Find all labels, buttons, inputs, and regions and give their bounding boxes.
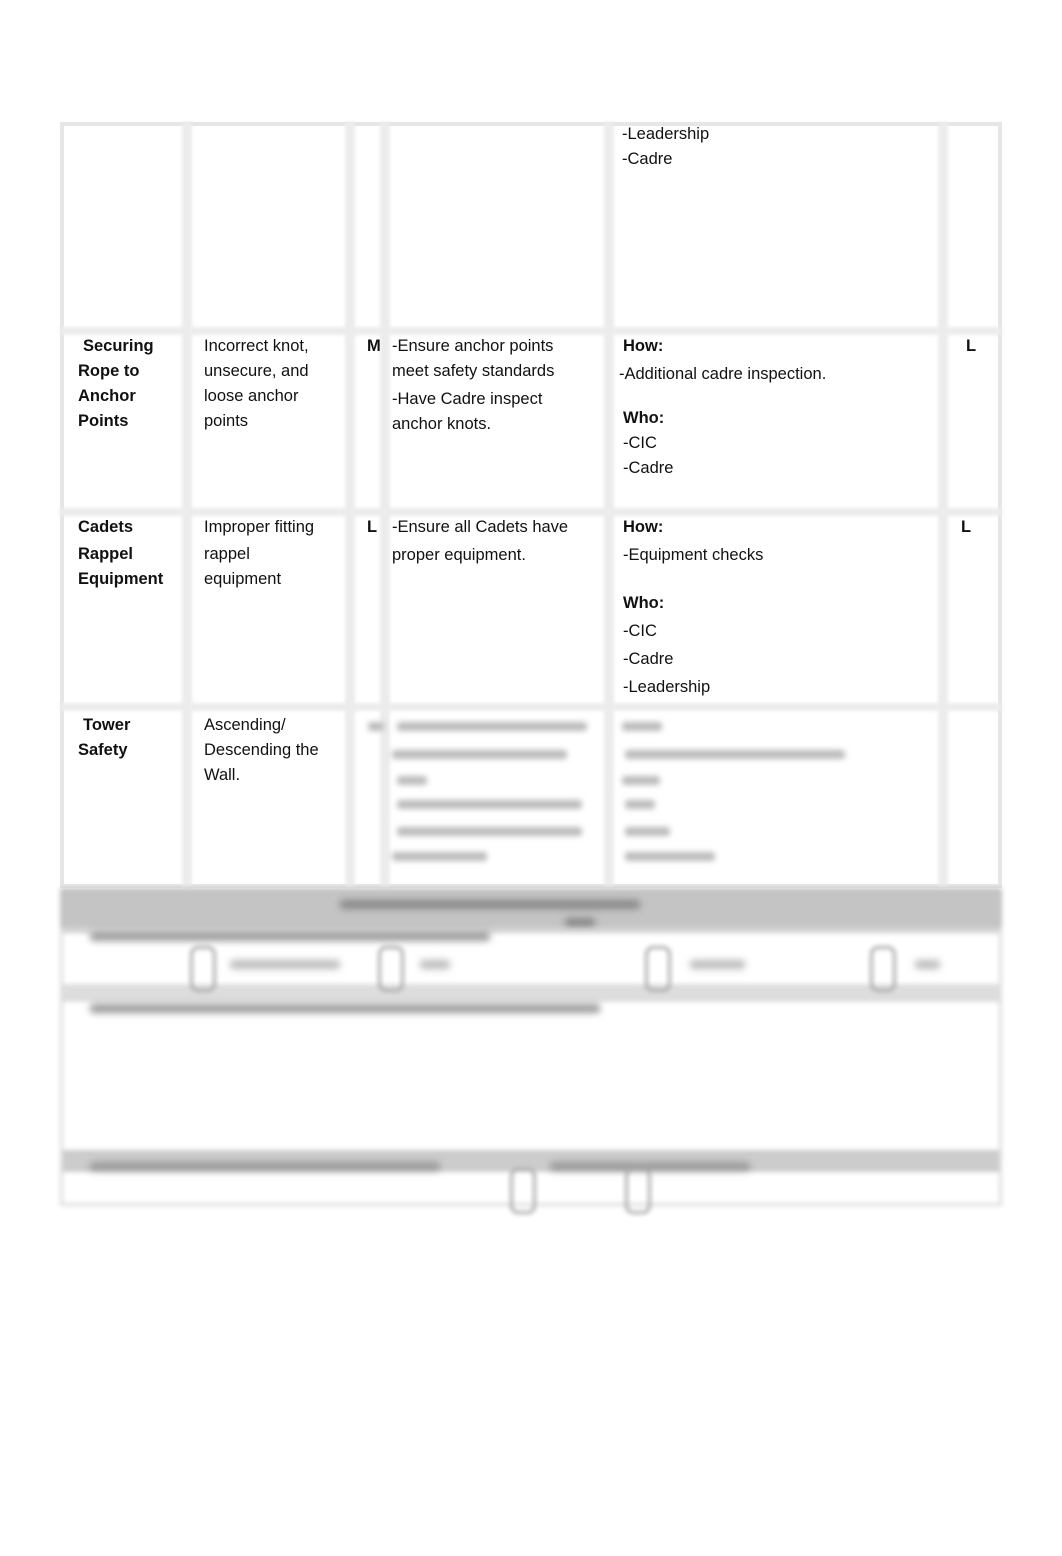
cause-line: rappel bbox=[204, 545, 250, 563]
how-label: How: bbox=[623, 518, 664, 536]
hazard-line: Cadets bbox=[78, 518, 134, 536]
implementation: How: -Additional cadre inspection. Who: … bbox=[619, 334, 826, 481]
row-divider bbox=[60, 703, 1002, 711]
control-line: -Ensure all Cadets have bbox=[392, 518, 569, 536]
who-item: -Cadre bbox=[623, 650, 674, 668]
hazard: Cadets Rappel Equipment bbox=[78, 515, 163, 592]
hazard-line: Safety bbox=[78, 741, 128, 759]
hazard-line: Securing bbox=[83, 337, 154, 355]
hazard-line: Rope to bbox=[78, 362, 140, 380]
hazard-line: Equipment bbox=[78, 570, 164, 588]
control-line: -Have Cadre inspect bbox=[392, 390, 543, 408]
who-item: -Cadre bbox=[622, 150, 673, 168]
column-divider bbox=[182, 122, 192, 888]
cause: Incorrect knot, unsecure, and loose anch… bbox=[204, 334, 309, 434]
who-label: Who: bbox=[623, 594, 665, 612]
who-list: -Leadership -Cadre bbox=[622, 122, 709, 172]
control-line: proper equipment. bbox=[392, 546, 526, 564]
column-divider bbox=[345, 122, 355, 888]
control-line: meet safety standards bbox=[392, 362, 555, 380]
column-divider bbox=[604, 122, 614, 888]
cause: Improper fitting rappel equipment bbox=[204, 515, 314, 592]
residual-risk: L bbox=[961, 518, 972, 536]
hazard-line: Points bbox=[78, 412, 129, 430]
cause-line: points bbox=[204, 412, 249, 430]
control-line: anchor knots. bbox=[392, 415, 492, 433]
cause-line: loose anchor bbox=[204, 387, 299, 405]
cause: Ascending/ Descending the Wall. bbox=[204, 713, 319, 788]
controls: -Ensure anchor points meet safety standa… bbox=[392, 334, 554, 437]
who-item: -CIC bbox=[623, 434, 657, 452]
hazard-line: Anchor bbox=[78, 387, 136, 405]
hazard: Securing Rope to Anchor Points bbox=[78, 334, 154, 434]
how-item: -Equipment checks bbox=[623, 546, 764, 564]
cause-line: equipment bbox=[204, 570, 282, 588]
who-item: -Leadership bbox=[622, 125, 710, 143]
control-line: -Ensure anchor points bbox=[392, 337, 554, 355]
hazard-line: Tower bbox=[83, 716, 131, 734]
residual-risk: L bbox=[966, 337, 977, 355]
cause-line: Ascending/ bbox=[204, 716, 286, 734]
risk-table bbox=[60, 122, 1002, 888]
who-item: -Cadre bbox=[623, 459, 674, 477]
cause-line: unsecure, and bbox=[204, 362, 309, 380]
hazard: Tower Safety bbox=[78, 713, 130, 763]
implementation: How: -Equipment checks Who: -CIC -Cadre … bbox=[623, 515, 763, 700]
cause-line: Wall. bbox=[204, 766, 241, 784]
who-item: -Leadership bbox=[623, 678, 711, 696]
how-item: -Additional cadre inspection. bbox=[619, 365, 827, 383]
hazard-line: Rappel bbox=[78, 545, 134, 563]
controls: -Ensure all Cadets have proper equipment… bbox=[392, 515, 568, 568]
initial-risk: M bbox=[367, 337, 381, 355]
who-label: Who: bbox=[623, 409, 665, 427]
who-item: -CIC bbox=[623, 622, 657, 640]
cause-line: Incorrect knot, bbox=[204, 337, 309, 355]
blurred-approval-section bbox=[60, 888, 1002, 1214]
column-divider bbox=[938, 122, 948, 888]
cause-line: Improper fitting bbox=[204, 518, 315, 536]
cause-line: Descending the bbox=[204, 741, 319, 759]
initial-risk: L bbox=[367, 518, 378, 536]
how-label: How: bbox=[623, 337, 664, 355]
column-divider bbox=[380, 122, 390, 888]
